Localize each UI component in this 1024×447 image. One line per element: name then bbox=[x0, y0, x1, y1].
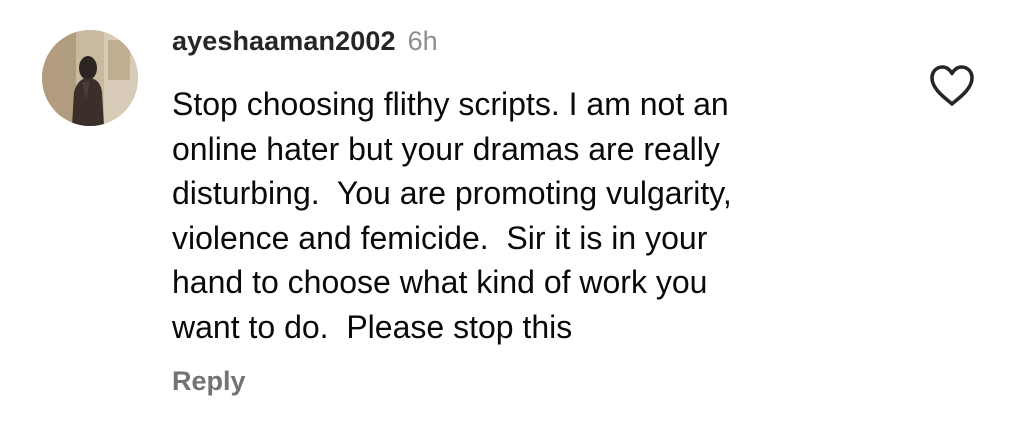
comment-header: ayeshaaman2002 6h bbox=[172, 26, 438, 66]
timestamp: 6h bbox=[407, 26, 438, 56]
reply-button[interactable]: Reply bbox=[172, 366, 246, 397]
heart-outline-icon bbox=[930, 65, 974, 106]
comment-text: Stop choosing flithy scripts. I am not a… bbox=[172, 86, 732, 345]
avatar[interactable] bbox=[42, 30, 138, 126]
comment: ayeshaaman2002 6h Stop choosing flithy s… bbox=[0, 0, 1024, 447]
username-link[interactable]: ayeshaaman2002 bbox=[172, 26, 396, 57]
avatar-image bbox=[42, 30, 138, 126]
like-button[interactable] bbox=[928, 64, 976, 108]
